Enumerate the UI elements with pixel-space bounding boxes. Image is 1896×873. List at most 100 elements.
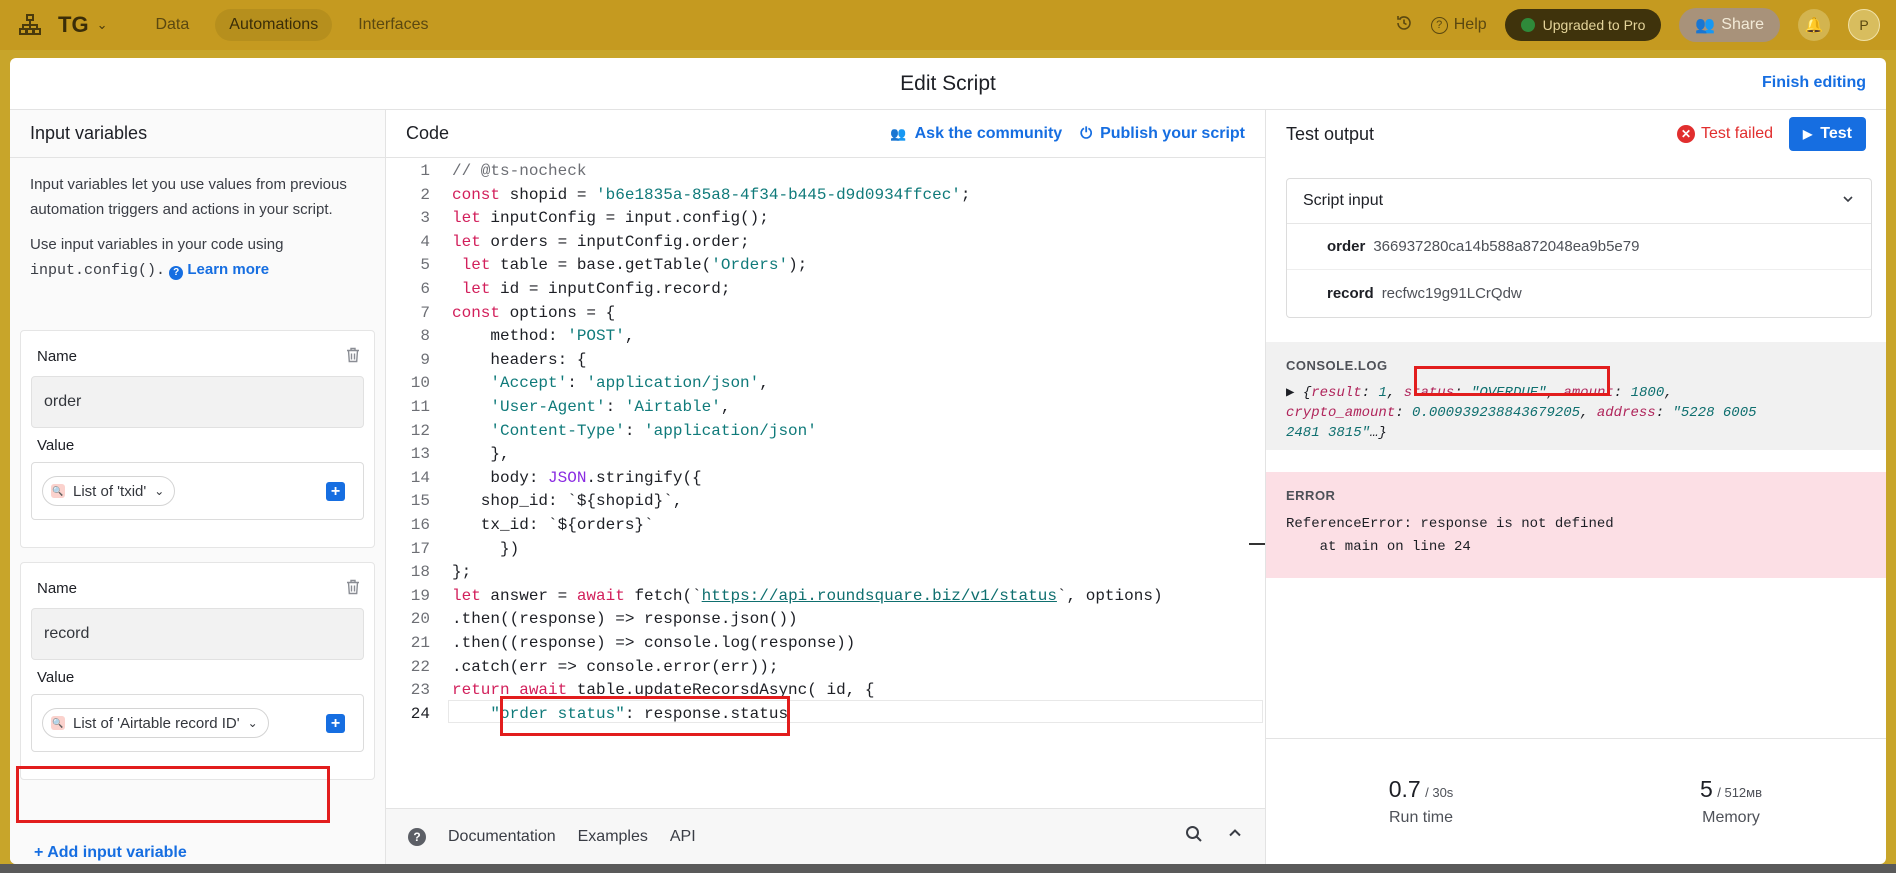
highlight-box bbox=[16, 766, 330, 823]
line-number: 2 bbox=[420, 185, 430, 204]
documentation-link[interactable]: Documentation bbox=[448, 828, 556, 846]
test-failed-status: ✕ Test failed bbox=[1677, 125, 1773, 143]
code-title: Code bbox=[406, 123, 450, 143]
add-input-variable-button[interactable]: + Add input variable bbox=[34, 844, 187, 862]
share-button[interactable]: 👥 Share bbox=[1679, 8, 1780, 42]
avatar[interactable]: P bbox=[1848, 9, 1880, 41]
value-token[interactable]: 🔍 List of 'txid' ⌄ bbox=[42, 476, 176, 506]
line-number: 15 bbox=[410, 492, 430, 511]
hierarchy-logo-icon[interactable] bbox=[16, 11, 44, 39]
script-input-row: record recfwc19g91LCrQdw bbox=[1287, 270, 1871, 316]
search-icon[interactable] bbox=[1185, 825, 1203, 848]
tab-automations[interactable]: Automations bbox=[215, 9, 333, 41]
code-text: let answer = await fetch(`https://api.ro… bbox=[452, 586, 1163, 605]
help-button[interactable]: ? Help bbox=[1430, 16, 1487, 34]
add-value-icon[interactable]: + bbox=[326, 714, 345, 733]
input-config-code: input.config(). bbox=[30, 262, 166, 279]
publish-script-link[interactable]: ⏻ Publish your script bbox=[1080, 125, 1245, 143]
ask-community-link[interactable]: 👥 Ask the community bbox=[890, 125, 1062, 143]
tab-data[interactable]: Data bbox=[141, 9, 203, 41]
code-editor[interactable]: 1 // @ts-nocheck 2 const shopid = 'b6e1835a… bbox=[386, 158, 1265, 724]
code-text: .then((response) => response.json()) bbox=[452, 610, 798, 629]
code-line[interactable]: 22 .catch(err => console.error(err)); bbox=[386, 656, 1265, 680]
code-line[interactable]: 8 method: 'POST', bbox=[386, 325, 1265, 349]
code-text: 'User-Agent': 'Airtable', bbox=[490, 398, 731, 416]
help-label: Help bbox=[1453, 16, 1487, 33]
code-line[interactable]: 4 let orders = inputConfig.order; bbox=[386, 231, 1265, 255]
tab-interfaces[interactable]: Interfaces bbox=[344, 9, 442, 41]
base-name[interactable]: TG bbox=[58, 12, 89, 38]
api-link[interactable]: API bbox=[670, 828, 696, 846]
code-line[interactable]: 15 shop_id: `${shopid}`, bbox=[386, 490, 1265, 514]
code-line[interactable]: 13 }, bbox=[386, 443, 1265, 467]
input-key: order bbox=[1327, 238, 1366, 255]
variable-name-input[interactable]: order bbox=[31, 376, 364, 428]
input-key: record bbox=[1327, 284, 1374, 302]
upgraded-pro-button[interactable]: Upgraded to Pro bbox=[1504, 9, 1662, 41]
code-text: // @ts-nocheck bbox=[452, 162, 587, 180]
code-text: }; bbox=[452, 563, 472, 582]
chevron-up-icon[interactable] bbox=[1227, 825, 1243, 848]
code-line[interactable]: 7 const options = { bbox=[386, 302, 1265, 326]
help-icon[interactable]: ? bbox=[408, 827, 426, 846]
search-token-icon: 🔍 bbox=[51, 484, 65, 498]
code-line[interactable]: 14 body: JSON.stringify({ bbox=[386, 467, 1265, 491]
code-line[interactable]: 1 // @ts-nocheck bbox=[386, 160, 1265, 184]
line-number: 10 bbox=[410, 374, 430, 393]
console-log-section: CONSOLE.LOG ▶ {result: 1, status: "OVERD… bbox=[1266, 342, 1886, 450]
variable-card: Name order Value 🔍 List of 'txid' ⌄ + bbox=[20, 330, 375, 548]
test-button[interactable]: ▶ Test bbox=[1789, 117, 1866, 151]
line-number: 3 bbox=[420, 209, 430, 228]
help-prefix: Use input variables in your code using bbox=[30, 236, 284, 253]
code-line[interactable]: 16 tx_id: `${orders}` bbox=[386, 514, 1265, 538]
line-number: 17 bbox=[410, 539, 430, 558]
code-line[interactable]: 12 'Content-Type': 'application/json' bbox=[386, 420, 1265, 444]
history-icon[interactable] bbox=[1395, 14, 1413, 37]
chevron-down-icon[interactable]: ⌄ bbox=[97, 17, 108, 33]
trash-icon[interactable] bbox=[346, 579, 362, 597]
code-line[interactable]: 10 'Accept': 'application/json', bbox=[386, 372, 1265, 396]
variable-value-field[interactable]: 🔍 List of 'txid' ⌄ + bbox=[31, 462, 364, 520]
trash-icon[interactable] bbox=[346, 347, 362, 365]
variable-value-field[interactable]: 🔍 List of 'Airtable record ID' ⌄ + bbox=[31, 694, 364, 752]
line-number: 24 bbox=[410, 704, 430, 723]
variable-name-input[interactable]: record bbox=[31, 608, 364, 660]
line-number: 20 bbox=[410, 610, 430, 629]
code-line[interactable]: 3 let inputConfig = input.config(); bbox=[386, 207, 1265, 231]
people-icon: 👥 bbox=[1695, 17, 1716, 34]
value-token[interactable]: 🔍 List of 'Airtable record ID' ⌄ bbox=[42, 708, 269, 738]
code-line[interactable]: 20 .then((response) => response.json()) bbox=[386, 608, 1265, 632]
code-text: let id = inputConfig.record; bbox=[461, 280, 731, 298]
code-line[interactable]: 5 let table = base.getTable('Orders'); bbox=[386, 254, 1265, 278]
error-label: ERROR bbox=[1286, 488, 1336, 503]
add-value-icon[interactable]: + bbox=[326, 482, 345, 501]
script-input-header[interactable]: Script input bbox=[1287, 179, 1871, 224]
top-bar: TG ⌄ Data Automations Interfaces ? Help … bbox=[0, 0, 1896, 50]
line-number: 19 bbox=[410, 586, 430, 605]
code-text: let table = base.getTable('Orders'); bbox=[461, 256, 808, 275]
code-line[interactable]: 18}; bbox=[386, 561, 1265, 585]
bell-icon[interactable]: 🔔 bbox=[1798, 9, 1830, 41]
code-line[interactable]: 17 }) bbox=[386, 538, 1265, 562]
code-line[interactable]: 6 let id = inputConfig.record; bbox=[386, 278, 1265, 302]
test-output-panel: Test output ✕ Test failed ▶ Test Script … bbox=[1266, 110, 1886, 864]
pro-status-icon bbox=[1520, 18, 1535, 32]
error-location: at main on line 24 bbox=[1286, 539, 1471, 555]
learn-more-link[interactable]: Learn more bbox=[187, 261, 269, 278]
input-variables-title: Input variables bbox=[10, 110, 385, 158]
code-line[interactable]: 9 headers: { bbox=[386, 349, 1265, 373]
code-line[interactable]: 19 let answer = await fetch(`https://api.… bbox=[386, 585, 1265, 609]
code-line[interactable]: 2 const shopid = 'b6e1835a-85a8-4f34-b445… bbox=[386, 184, 1265, 208]
highlight-box bbox=[1414, 366, 1610, 396]
code-footer: ? Documentation Examples API bbox=[386, 808, 1265, 864]
code-line[interactable]: 21 .then((response) => console.log(respon… bbox=[386, 632, 1265, 656]
error-message: ReferenceError: response is not defined bbox=[1286, 516, 1614, 532]
code-line[interactable]: 11 'User-Agent': 'Airtable', bbox=[386, 396, 1265, 420]
input-value: recfwc19g91LCrQdw bbox=[1381, 284, 1522, 302]
finish-editing-button[interactable]: Finish editing bbox=[1762, 74, 1866, 92]
line-number: 6 bbox=[420, 280, 430, 298]
input-variables-help: Input variables let you use values from … bbox=[10, 158, 385, 283]
name-label: Name bbox=[37, 348, 78, 365]
examples-link[interactable]: Examples bbox=[578, 828, 648, 846]
expand-arrow-icon[interactable]: ▶ bbox=[1286, 385, 1294, 401]
